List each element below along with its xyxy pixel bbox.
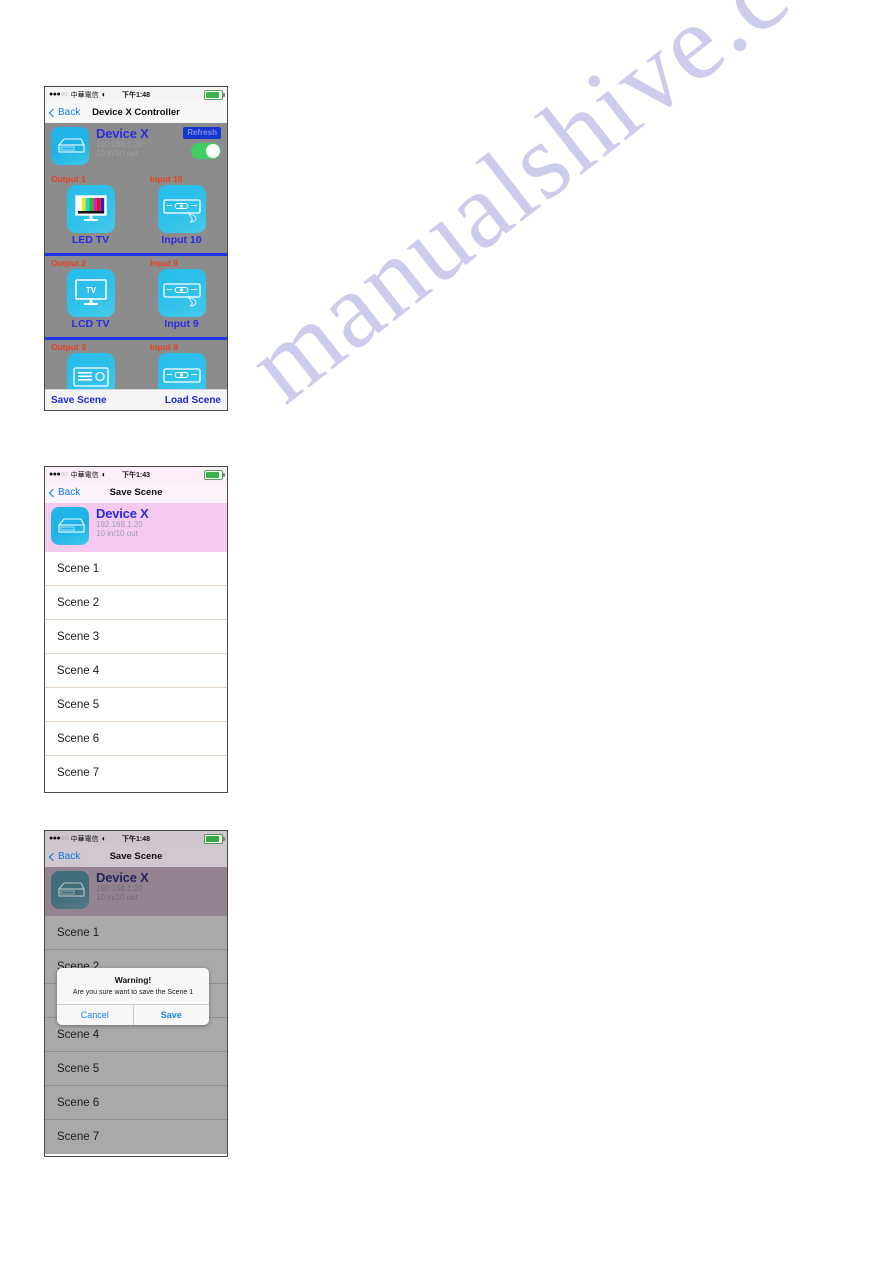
list-item[interactable]: Scene 2: [45, 586, 227, 620]
device-info: Device X 192.168.1.20 10 in/10 out: [96, 126, 183, 158]
list-item[interactable]: Scene 1: [45, 916, 227, 950]
input-cell[interactable]: Input 10 Input 10: [136, 172, 227, 246]
list-item[interactable]: Scene 5: [45, 1052, 227, 1086]
device-name: Device X: [96, 870, 149, 885]
phone-screenshot-device-controller: ●●●○○ 中華電信 ◐ 下午1:48 Back Device X Contro…: [44, 86, 228, 411]
colorbar-tv-icon[interactable]: [66, 185, 115, 233]
list-item[interactable]: Scene 5: [45, 688, 227, 722]
back-button[interactable]: Back: [48, 487, 81, 498]
battery-icon: [204, 833, 225, 844]
input-device-name: Input 10: [161, 234, 202, 246]
scene-list: Scene 1 Scene 2 Scene 3 Scene 4 Scene 5 …: [45, 552, 227, 790]
list-item[interactable]: Scene 1: [45, 552, 227, 586]
output-cell[interactable]: Output 2 TV LCD TV: [45, 256, 136, 330]
list-item[interactable]: Scene 3: [45, 620, 227, 654]
output-label: Output 3: [51, 342, 86, 352]
input-label: Input 8: [150, 342, 178, 352]
status-time: 下午1:48: [121, 91, 150, 99]
device-card[interactable]: Device X 192.168.1.20 10 in/10 out: [45, 503, 227, 552]
matrix-row: Output 1 LED TV Input 10 Input 10: [45, 172, 227, 256]
alert-message: Are you sure want to save the Scene 1: [72, 989, 194, 996]
device-info: Device X 192.168.1.20 10 in/10 out: [96, 506, 221, 538]
port-matrix: Output 1 LED TV Input 10 Input 10 Output…: [45, 172, 227, 410]
status-bar: ●●●○○ 中華電信 ◐ 下午1:48: [45, 831, 227, 846]
output-label: Output 1: [51, 174, 86, 184]
device-icon: [51, 871, 89, 909]
alert-body: Warning! Are you sure want to save the S…: [57, 968, 209, 1004]
list-item[interactable]: Scene 6: [45, 722, 227, 756]
back-button[interactable]: Back: [48, 107, 81, 118]
bluray-player-icon[interactable]: [157, 185, 206, 233]
bluray-player-icon[interactable]: [157, 269, 206, 317]
back-label: Back: [58, 107, 81, 118]
device-info: Device X 192.168.1.20 10 in/10 out: [96, 870, 221, 902]
phone-screenshot-save-scene-list: ●●●○○ 中華電信 ◐ 下午1:43 Back Save Scene Devi…: [44, 466, 228, 793]
page-root: manualshive.com ●●●○○ 中華電信 ◐ 下午1:48 Back…: [0, 0, 893, 1263]
input-label: Input 10: [150, 174, 183, 184]
device-ports: 10 in/10 out: [96, 892, 138, 902]
back-label: Back: [58, 851, 81, 862]
input-label: Input 9: [150, 258, 178, 268]
device-icon: [51, 127, 89, 165]
status-time: 下午1:48: [121, 835, 150, 843]
nav-bar: Back Save Scene: [45, 846, 227, 867]
back-label: Back: [58, 487, 81, 498]
save-scene-button[interactable]: Save Scene: [51, 395, 107, 406]
output-device-name: LCD TV: [71, 318, 110, 330]
alert-cancel-button[interactable]: Cancel: [57, 1005, 133, 1025]
alert-actions: Cancel Save: [57, 1004, 209, 1025]
nav-bar: Back Device X Controller: [45, 102, 227, 123]
battery-icon: [204, 469, 225, 480]
list-item[interactable]: Scene 7: [45, 1120, 227, 1154]
alert-save-button[interactable]: Save: [132, 1005, 210, 1025]
status-bar: ●●●○○ 中華電信 ◐ 下午1:43: [45, 467, 227, 482]
load-scene-button[interactable]: Load Scene: [165, 395, 221, 406]
bottom-toolbar: Save Scene Load Scene: [45, 389, 227, 410]
device-actions: Refresh: [183, 127, 221, 159]
status-bar: ●●●○○ 中華電信 ◐ 下午1:48: [45, 87, 227, 102]
device-name: Device X: [96, 506, 149, 521]
svg-text:TV: TV: [85, 286, 96, 295]
input-device-name: Input 9: [164, 318, 199, 330]
device-name: Device X: [96, 126, 149, 141]
battery-icon: [204, 89, 225, 100]
device-card[interactable]: Device X 192.168.1.20 10 in/10 out: [45, 867, 227, 916]
list-item[interactable]: Scene 4: [45, 654, 227, 688]
chevron-left-icon: [48, 488, 58, 497]
output-device-name: LED TV: [71, 234, 110, 246]
scene-list: Scene 1 Scene 2 Scene 3 Scene 4 Scene 5 …: [45, 916, 227, 1154]
output-cell[interactable]: Output 1 LED TV: [45, 172, 136, 246]
device-icon: [51, 507, 89, 545]
input-cell[interactable]: Input 9 Input 9: [136, 256, 227, 330]
device-card[interactable]: Device X 192.168.1.20 10 in/10 out Refre…: [45, 123, 227, 172]
chevron-left-icon: [48, 108, 58, 117]
device-ports: 10 in/10 out: [96, 528, 138, 538]
nav-bar: Back Save Scene: [45, 482, 227, 503]
output-label: Output 2: [51, 258, 86, 268]
alert-title: Warning!: [114, 975, 152, 985]
chevron-left-icon: [48, 852, 58, 861]
list-item[interactable]: Scene 6: [45, 1086, 227, 1120]
list-item[interactable]: Scene 7: [45, 756, 227, 790]
refresh-button[interactable]: Refresh: [183, 127, 221, 139]
status-time: 下午1:43: [121, 471, 150, 479]
warning-alert-dialog: Warning! Are you sure want to save the S…: [57, 968, 209, 1025]
back-button[interactable]: Back: [48, 851, 81, 862]
tv-icon[interactable]: TV: [66, 269, 115, 317]
watermark: manualshive.com: [226, 0, 893, 426]
phone-screenshot-save-scene-confirm: ●●●○○ 中華電信 ◐ 下午1:48 Back Save Scene Devi…: [44, 830, 228, 1157]
power-toggle[interactable]: [191, 143, 221, 159]
matrix-row: Output 2 TV LCD TV Input 9 Input 9: [45, 256, 227, 340]
device-ports: 10 in/10 out: [96, 148, 138, 158]
